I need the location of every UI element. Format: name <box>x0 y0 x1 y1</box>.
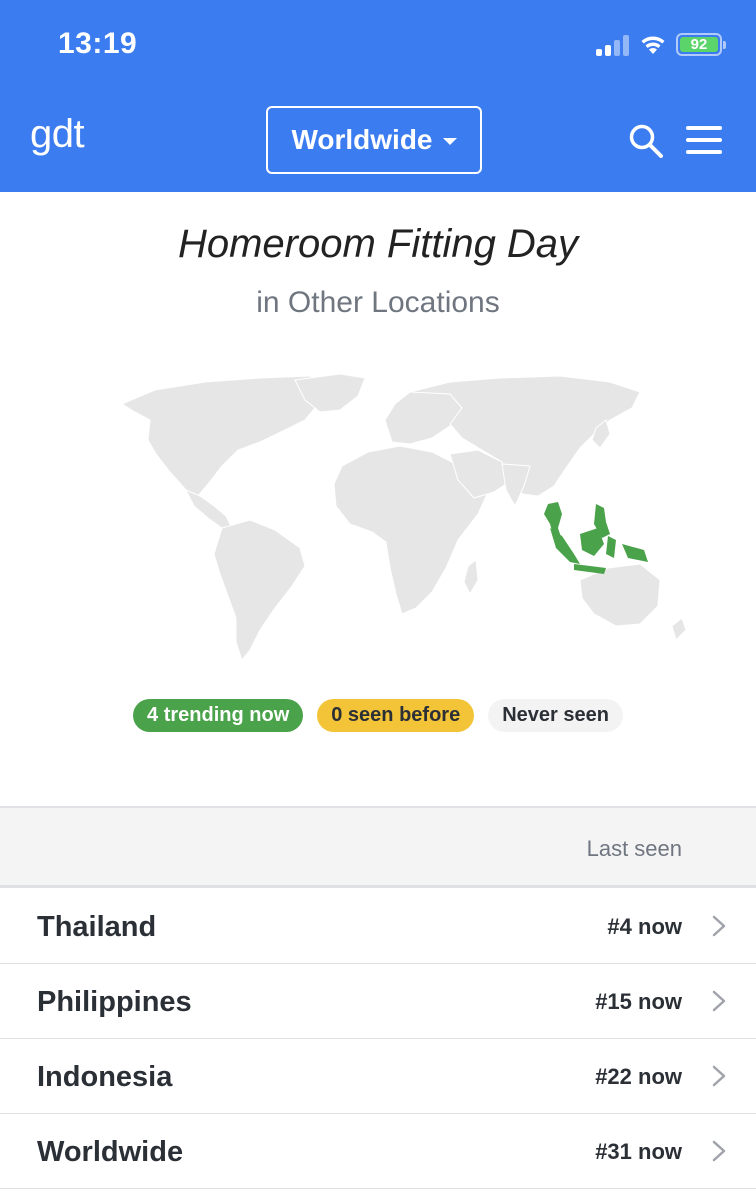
caret-down-icon <box>442 138 457 145</box>
legend-trending-now: 4 trending now <box>133 699 304 732</box>
region-dropdown[interactable]: Worldwide <box>266 106 482 174</box>
chevron-right-icon <box>712 1140 726 1162</box>
location-row-indonesia[interactable]: Indonesia #22 now <box>0 1039 756 1114</box>
last-seen-column-header: Last seen <box>586 836 682 861</box>
map-south-america <box>213 519 306 662</box>
wifi-icon <box>641 36 665 54</box>
battery-icon: 92 <box>676 33 726 56</box>
map-indonesia-java <box>574 564 606 574</box>
map-madagascar <box>463 559 479 596</box>
location-name: Indonesia <box>37 1061 173 1093</box>
hamburger-menu-icon[interactable] <box>686 126 722 154</box>
search-icon[interactable] <box>628 123 664 159</box>
app-header: 13:19 92 gdt Worldwide <box>0 0 756 192</box>
region-label: Worldwide <box>291 124 433 155</box>
map-indonesia-papua <box>622 544 648 562</box>
location-name: Philippines <box>37 986 192 1018</box>
map-indonesia-sulawesi <box>606 536 616 558</box>
chevron-right-icon <box>712 990 726 1012</box>
location-row-philippines[interactable]: Philippines #15 now <box>0 964 756 1039</box>
status-time: 13:19 <box>58 27 138 60</box>
map-central-america <box>184 489 233 529</box>
world-map <box>120 373 687 662</box>
location-rank: #4 now <box>607 914 682 939</box>
app-logo[interactable]: gdt <box>30 112 85 157</box>
legend-never-seen: Never seen <box>488 699 623 732</box>
map-north-america <box>120 375 326 497</box>
battery-level: 92 <box>680 36 718 53</box>
chevron-right-icon <box>712 915 726 937</box>
topic-subtitle: in Other Locations <box>256 286 500 319</box>
location-row-worldwide[interactable]: Worldwide #31 now <box>0 1114 756 1189</box>
table-header: Last seen <box>0 806 756 888</box>
location-rank: #31 now <box>595 1139 682 1164</box>
location-rank: #15 now <box>595 989 682 1014</box>
location-name: Worldwide <box>37 1136 184 1168</box>
location-name: Thailand <box>37 911 157 943</box>
map-legend: 4 trending now 0 seen before Never seen <box>0 699 756 732</box>
cellular-signal-icon <box>596 34 630 56</box>
chevron-right-icon <box>712 1065 726 1087</box>
location-list: Thailand #4 now Philippines #15 now Indo… <box>0 889 756 1189</box>
topic-title: Homeroom Fitting Day <box>177 222 579 266</box>
location-rank: #22 now <box>595 1064 682 1089</box>
location-row-thailand[interactable]: Thailand #4 now <box>0 889 756 964</box>
legend-seen-before: 0 seen before <box>317 699 475 732</box>
map-indonesia-sumatra <box>550 528 580 564</box>
map-australia <box>579 563 661 627</box>
map-new-zealand <box>671 617 687 641</box>
